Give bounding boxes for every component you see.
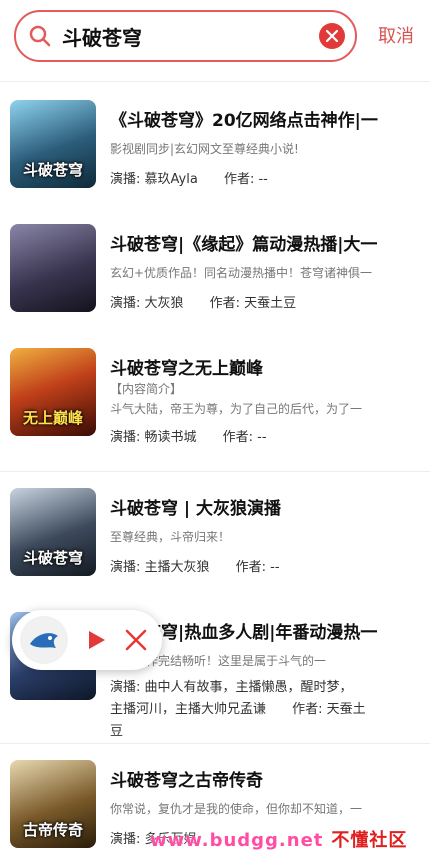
- author: 作者: 天蚕土豆: [209, 296, 297, 311]
- narrator-line: 演播: 曲中人有故事，主播懒愚，醒时梦，: [110, 680, 353, 695]
- result-desc: 至尊经典，斗帝归来！: [110, 530, 231, 544]
- narrator: 演播: 慕玖Ayla: [110, 172, 198, 187]
- watermark-site: 不懂社区: [331, 830, 408, 851]
- book-cover: 斗破苍穹: [10, 100, 96, 188]
- result-desc-more: 斗气大陆，帝王为尊，为了自己的后代，为了一: [110, 402, 363, 416]
- book-cover: [10, 224, 96, 312]
- author: 作者: --: [235, 560, 280, 575]
- cover-title: 古帝传奇: [22, 821, 83, 839]
- author: 作者: --: [222, 430, 267, 445]
- author: 作者: 天蚕土: [292, 702, 366, 717]
- result-desc: 【内容简介】: [110, 382, 183, 396]
- result-meta: 演播: 慕玖Ayla 作者: --: [110, 168, 420, 188]
- result-item[interactable]: 无上巅峰 斗破苍穹之无上巅峰 【内容简介】 斗气大陆，帝王为尊，为了自己的后代，…: [0, 332, 430, 472]
- narrator: 演播: 主播大灰狼: [110, 560, 210, 575]
- search-input[interactable]: [62, 20, 322, 52]
- narrator: 演播: 大灰狼: [110, 296, 184, 311]
- mini-player[interactable]: [12, 610, 162, 670]
- result-desc: 你常说，复仇才是我的使命，但你却不知道，一: [110, 802, 363, 816]
- search-field[interactable]: [14, 10, 357, 62]
- cover-title: 斗破苍穹: [22, 549, 83, 567]
- watermark-url: www.budgg.net: [150, 830, 324, 851]
- result-meta: 主播河川，主播大帅兄孟谦 作者: 天蚕土: [110, 698, 420, 718]
- result-meta: 演播: 大灰狼 作者: 天蚕土豆: [110, 292, 420, 312]
- cover-title: 斗破苍穹: [22, 161, 83, 179]
- result-title: 斗破苍穹 | 大灰狼演播: [110, 499, 282, 519]
- author-tail: 豆: [110, 724, 124, 738]
- play-icon[interactable]: [84, 628, 108, 652]
- result-desc: 影视剧同步|玄幻网文至尊经典小说!: [110, 142, 299, 156]
- cover-title: 无上巅峰: [22, 409, 83, 427]
- result-title: 《斗破苍穹》20亿网络点击神作|一: [110, 111, 378, 131]
- book-cover: 斗破苍穹: [10, 488, 96, 576]
- narrator: 演播: 畅读书城: [110, 430, 197, 445]
- result-title: 斗破苍穹之无上巅峰: [110, 359, 263, 379]
- search-header: 取消: [0, 0, 430, 82]
- player-avatar[interactable]: [20, 616, 68, 664]
- result-title: 斗破苍穹|《缘起》篇动漫热播|大一: [110, 235, 378, 255]
- result-item[interactable]: 斗破苍穹|《缘起》篇动漫热播|大一 玄幻+优质作品！同名动漫热播中！苍穹诸神俱一…: [0, 208, 430, 346]
- result-meta: 演播: 主播大灰狼 作者: --: [110, 556, 420, 576]
- narrator-more: 主播河川，主播大帅兄孟谦: [110, 702, 267, 717]
- cancel-button[interactable]: 取消: [378, 22, 414, 48]
- author: 作者: --: [223, 172, 268, 187]
- clear-search-icon[interactable]: [319, 23, 345, 49]
- search-icon: [28, 24, 52, 48]
- result-item[interactable]: 斗破苍穹 斗破苍穹 | 大灰狼演播 至尊经典，斗帝归来！ 演播: 主播大灰狼 作…: [0, 472, 430, 610]
- result-title: 斗破苍穹之古帝传奇: [110, 771, 263, 791]
- book-cover: 古帝传奇: [10, 760, 96, 848]
- book-cover: 无上巅峰: [10, 348, 96, 436]
- result-meta: 演播: 畅读书城 作者: --: [110, 426, 420, 446]
- result-desc: 玄幻+优质作品！同名动漫热播中！苍穹诸神俱一: [110, 266, 373, 280]
- close-icon[interactable]: [124, 628, 148, 652]
- result-item[interactable]: 斗破苍穹 《斗破苍穹》20亿网络点击神作|一 影视剧同步|玄幻网文至尊经典小说!…: [0, 84, 430, 222]
- watermark: www.budgg.net 不懂社区: [150, 826, 407, 852]
